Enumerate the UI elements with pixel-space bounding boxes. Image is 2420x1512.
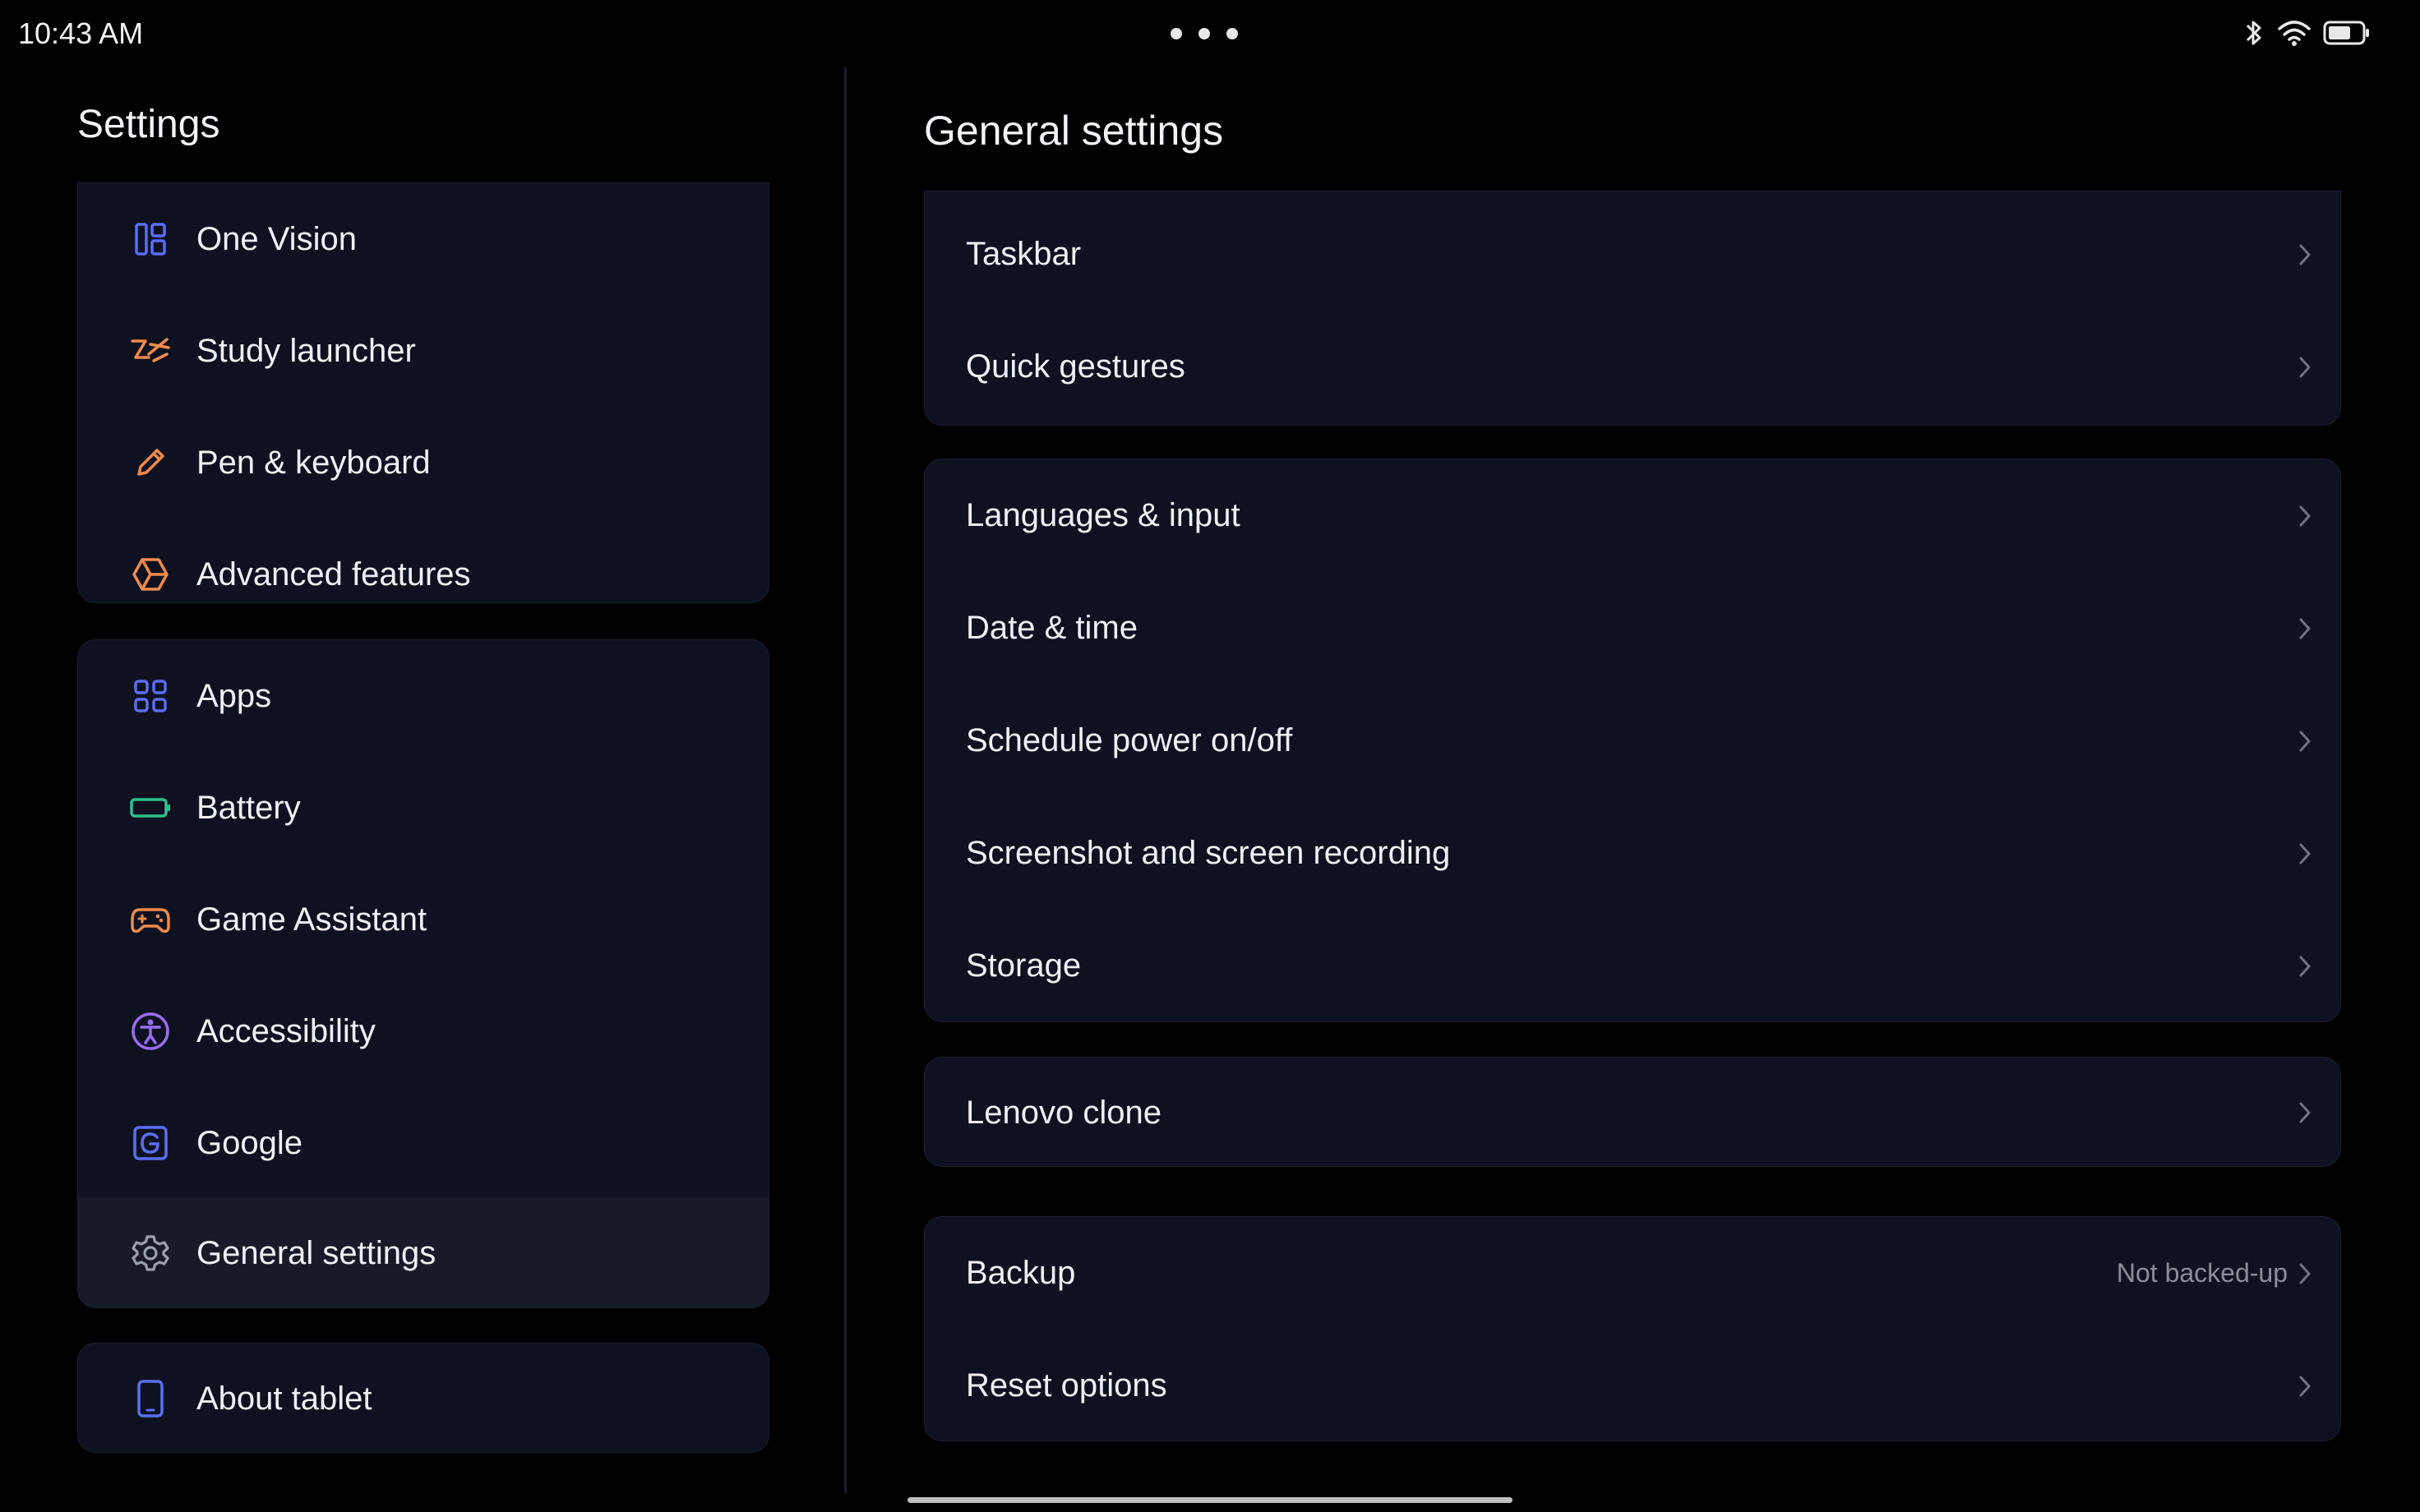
settings-item-label: Reset options [966,1367,1167,1404]
chevron-right-icon [2294,727,2316,755]
sidebar-item-study-launcher[interactable]: Study launcher [78,295,769,407]
settings-item-label: Lenovo clone [966,1094,1162,1131]
settings-item-label: Storage [966,947,1082,984]
settings-item-schedule-power[interactable]: Schedule power on/off [925,685,2340,797]
sidebar-item-google[interactable]: Google [78,1087,769,1199]
chevron-right-icon [2294,1372,2316,1400]
gear-icon [127,1230,173,1276]
gamepad-icon [127,897,173,943]
page-title: General settings [924,108,1224,154]
chevron-right-icon [2294,1099,2316,1127]
screen: 10:43 AM Settings One Vision Study launc… [0,0,2420,1512]
sidebar-item-label: One Vision [196,220,357,257]
multitask-dots[interactable] [1171,28,1238,39]
settings-item-languages-input[interactable]: Languages & input [925,459,2340,572]
settings-item-date-time[interactable]: Date & time [925,572,2340,685]
chevron-right-icon [2294,615,2316,643]
sidebar-item-about-tablet[interactable]: About tablet [78,1344,769,1452]
sidebar-group: About tablet [77,1343,769,1453]
sidebar-group: Apps Battery Game Assistant Accessibilit… [77,639,769,1308]
settings-group: Lenovo clone [924,1057,2341,1167]
chevron-right-icon [2294,241,2316,269]
pane-divider [844,67,847,1493]
apps-grid-icon [127,673,173,719]
one-vision-icon [127,216,173,262]
sidebar-item-label: Study launcher [196,332,416,369]
sidebar-item-accessibility[interactable]: Accessibility [78,975,769,1087]
sidebar-item-label: Accessibility [196,1012,376,1049]
sidebar-group: One Vision Study launcher Pen & keyboard… [77,182,769,603]
sidebar-title: Settings [77,103,220,146]
settings-item-reset-options[interactable]: Reset options [925,1330,2340,1441]
settings-item-label: Quick gestures [966,348,1185,385]
sidebar-item-label: Battery [196,789,301,826]
settings-group: Backup Not backed-up Reset options [924,1216,2341,1441]
sidebar-item-label: About tablet [196,1380,372,1417]
bluetooth-icon [2242,18,2265,52]
tablet-icon [127,1376,173,1422]
settings-group: Languages & input Date & time Schedule p… [924,459,2341,1022]
google-icon [127,1120,173,1166]
sidebar-item-general-settings[interactable]: General settings [78,1197,769,1307]
settings-item-storage[interactable]: Storage [925,910,2340,1021]
advanced-features-icon [127,551,173,597]
dot [1198,28,1210,39]
sidebar-item-label: General settings [196,1234,436,1271]
settings-item-label: Date & time [966,610,1138,646]
status-icons [2242,18,2371,52]
study-launcher-icon [127,328,173,374]
wifi-icon [2277,19,2311,51]
sidebar-item-apps[interactable]: Apps [78,640,769,752]
settings-item-lenovo-clone[interactable]: Lenovo clone [925,1058,2340,1166]
sidebar-item-label: Apps [196,677,272,714]
sidebar-item-game-assistant[interactable]: Game Assistant [78,864,769,975]
settings-item-screenshot-recording[interactable]: Screenshot and screen recording [925,797,2340,910]
settings-item-backup[interactable]: Backup Not backed-up [925,1217,2340,1330]
status-bar: 10:43 AM [0,0,2420,66]
settings-item-label: Schedule power on/off [966,722,1293,758]
settings-item-label: Languages & input [966,497,1240,533]
settings-item-label: Screenshot and screen recording [966,835,1451,871]
accessibility-icon [127,1008,173,1054]
battery-icon [127,785,173,831]
battery-icon [2323,20,2371,50]
dot [1171,28,1182,39]
settings-item-label: Taskbar [966,236,1082,272]
chevron-right-icon [2294,952,2316,980]
chevron-right-icon [2294,353,2316,381]
sidebar-item-pen-keyboard[interactable]: Pen & keyboard [78,407,769,519]
pen-icon [127,440,173,486]
settings-item-quick-gestures[interactable]: Quick gestures [925,311,2340,423]
chevron-right-icon [2294,502,2316,530]
settings-item-taskbar[interactable]: Taskbar [925,198,2340,311]
sidebar-item-one-vision[interactable]: One Vision [78,183,769,295]
chevron-right-icon [2294,840,2316,868]
sidebar-item-battery[interactable]: Battery [78,752,769,864]
sidebar-item-advanced-features[interactable]: Advanced features [78,519,769,602]
settings-item-label: Backup [966,1255,1076,1291]
status-time: 10:43 AM [18,16,144,50]
sidebar-item-label: Advanced features [196,555,471,592]
sidebar-item-label: Game Assistant [196,901,427,938]
dot [1226,28,1238,39]
backup-status: Not backed-up [2116,1258,2288,1288]
chevron-right-icon [2294,1260,2316,1288]
sidebar-item-label: Pen & keyboard [196,444,431,481]
sidebar-item-label: Google [196,1124,302,1161]
settings-group: Taskbar Quick gestures [924,191,2341,426]
home-indicator[interactable] [908,1497,1512,1503]
